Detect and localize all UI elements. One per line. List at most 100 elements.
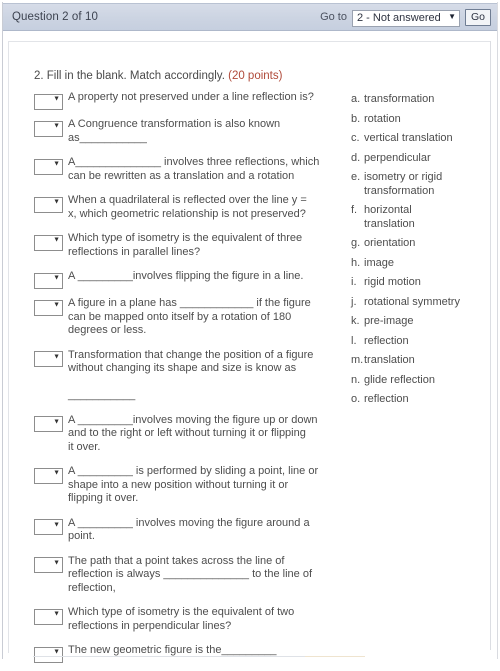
match-item-row: ▼ A Congruence transformation is also kno… [34, 118, 339, 145]
match-item-select-wrapper: ▼ [34, 644, 63, 663]
answer-option-text: isometry or rigid transformation [364, 171, 443, 197]
match-item-text: A _________involves flipping the figure … [68, 270, 304, 282]
answer-option-text: rotational symmetry [364, 295, 460, 308]
match-item-text: A______________ involves three reflectio… [68, 156, 320, 182]
answer-option-text: translation [364, 354, 415, 366]
goto-question-select[interactable]: 2 - Not answered [351, 9, 460, 27]
match-item-select-wrapper: ▼ [34, 465, 63, 484]
match-item-row: ▼ A property not preserved under a line r… [34, 91, 339, 110]
answer-options-list: a. transformation b. rotation c. vertical tra… [339, 91, 479, 413]
match-item-select-wrapper: ▼ [34, 349, 63, 367]
answer-option-letter: g. [351, 237, 361, 249]
answer-option-letter: c. [351, 132, 360, 144]
answer-option-row: i. rigid motion [351, 276, 479, 290]
page-bottom-edge [33, 656, 305, 657]
answer-option-text: horizontal translation [364, 204, 415, 230]
match-item-row: ▼ Which type of isometry is the equivalen… [34, 606, 339, 633]
answer-option-letter: h. [351, 256, 361, 269]
match-item-row: ▼ A______________ involves three reflecti… [34, 156, 339, 183]
match-item-select-11[interactable] [34, 519, 63, 535]
answer-option-text: reflection [364, 334, 409, 347]
question-block: 2. Fill in the blank. Match accordingly.… [34, 70, 479, 671]
answer-option-text: image [364, 256, 394, 269]
answer-option-letter: f. [351, 204, 358, 216]
match-item-select-14[interactable] [34, 646, 63, 663]
match-item-row: ▼ When a quadrilateral is reflected over … [34, 194, 339, 221]
match-item-select-4[interactable] [34, 196, 63, 213]
match-item-row: ▼ A _________ involves moving the figure … [34, 517, 339, 544]
match-item-row: ▼ A _________involves flipping the figure… [34, 270, 339, 289]
answer-option-text: transformation [364, 93, 435, 105]
match-item-select-wrapper: ▼ [34, 91, 63, 110]
match-item-select-12[interactable] [34, 557, 63, 573]
match-item-row: ▼ The path that a point takes across the … [34, 555, 339, 596]
answer-option-row: h. image [351, 257, 479, 271]
answer-option-letter: l. [351, 334, 357, 347]
answer-option-letter: j. [351, 295, 357, 308]
match-item-text: A _________involves moving the figure up… [68, 413, 318, 453]
answer-option-row: l. reflection [351, 335, 479, 349]
question-answer-layout: ▼ A property not preserved under a line r… [34, 91, 479, 671]
match-item-select-wrapper: ▼ [34, 270, 63, 289]
answer-option-letter: d. [351, 151, 361, 164]
match-item-select-3[interactable] [34, 158, 63, 175]
answer-option-row: m. translation [351, 354, 479, 368]
match-item-row: ▼ Which type of isometry is the equivalen… [34, 232, 339, 259]
match-item-select-1[interactable] [34, 93, 63, 110]
match-item-text: Which type of isometry is the equivalent… [68, 232, 303, 258]
match-item-row: ▼ Transformation that change the position… [34, 349, 339, 403]
answer-option-letter: k. [351, 315, 360, 327]
match-item-select-8[interactable] [34, 351, 63, 367]
match-items-list: ▼ A property not preserved under a line r… [34, 91, 339, 671]
answer-option-row: g. orientation [351, 237, 479, 251]
match-item-text: A _________ is performed by sliding a po… [68, 465, 319, 504]
answer-option-row: e. isometry or rigid transformation [351, 171, 479, 198]
match-item-select-13[interactable] [34, 608, 63, 625]
match-item-row: ▼ The new geometric figure is the________… [34, 644, 339, 663]
match-item-select-wrapper: ▼ [34, 414, 63, 432]
match-item-select-wrapper: ▼ [34, 118, 63, 137]
quiz-status-bar: Question 2 of 10 Go to 2 - Not answered … [3, 3, 497, 31]
match-item-text: The path that a point takes across the l… [68, 554, 313, 594]
match-item-row: ▼ A _________ is performed by sliding a p… [34, 465, 339, 506]
answer-option-letter: m. [351, 354, 364, 366]
match-item-text: Transformation that change the position … [68, 348, 314, 402]
answer-option-letter: a. [351, 93, 361, 105]
goto-select-wrapper: 2 - Not answered ▼ [351, 8, 460, 27]
answer-option-row: c. vertical translation [351, 132, 479, 146]
match-item-text: When a quadrilateral is reflected over t… [68, 194, 307, 220]
content-right-divider [490, 41, 491, 650]
match-item-row: ▼ A figure in a plane has ____________ if… [34, 297, 339, 338]
match-item-row: ▼ A _________involves moving the figure u… [34, 414, 339, 455]
match-item-text: A Congruence transformation is also know… [68, 118, 281, 144]
question-points-badge: (20 points) [228, 70, 283, 82]
answer-option-row: o. reflection [351, 393, 479, 407]
match-item-select-9[interactable] [34, 416, 63, 432]
answer-option-text: glide reflection [364, 373, 435, 386]
match-item-select-6[interactable] [34, 272, 63, 289]
question-heading: 2. Fill in the blank. Match accordingly.… [34, 70, 479, 82]
match-item-select-10[interactable] [34, 467, 63, 484]
answer-option-row: d. perpendicular [351, 152, 479, 166]
match-item-select-wrapper: ▼ [34, 517, 63, 535]
match-item-select-wrapper: ▼ [34, 606, 63, 625]
match-item-select-wrapper: ▼ [34, 297, 63, 316]
match-item-select-5[interactable] [34, 234, 63, 251]
answer-option-text: rotation [364, 112, 401, 125]
match-item-text: A _________ involves moving the figure a… [68, 516, 310, 543]
answer-option-letter: o. [351, 393, 361, 405]
answer-option-text: perpendicular [364, 151, 431, 164]
match-item-select-2[interactable] [34, 120, 63, 137]
question-counter-label: Question 2 of 10 [12, 11, 98, 23]
page-bottom-edge-accent [305, 656, 365, 657]
answer-option-row: n. glide reflection [351, 374, 479, 388]
answer-option-letter: e. [351, 171, 361, 183]
goto-label: Go to [320, 11, 347, 23]
match-item-select-7[interactable] [34, 299, 63, 316]
go-button[interactable]: Go [464, 8, 491, 26]
question-prompt-text: 2. Fill in the blank. Match accordingly. [34, 70, 225, 82]
answer-option-row: f. horizontal translation [351, 204, 479, 231]
match-item-text: A figure in a plane has ____________ if … [68, 297, 311, 336]
match-item-select-wrapper: ▼ [34, 232, 63, 251]
answer-option-letter: b. [351, 112, 361, 125]
